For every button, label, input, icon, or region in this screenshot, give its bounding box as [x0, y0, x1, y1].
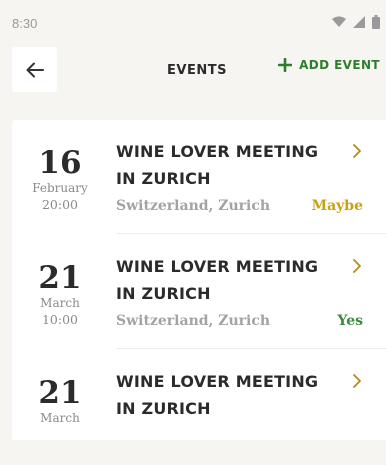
- plus-icon: [278, 58, 293, 72]
- divider: [116, 348, 386, 349]
- event-day: 21: [38, 260, 82, 296]
- event-day: 16: [38, 145, 82, 181]
- event-title: WINE LOVER MEETING IN ZURICH: [116, 142, 319, 188]
- event-day: 21: [38, 375, 82, 411]
- event-title: WINE LOVER MEETING IN ZURICH: [116, 257, 319, 303]
- event-item[interactable]: 21 March 10:00 WINE LOVER MEETING IN ZUR…: [12, 235, 386, 350]
- app-header: EVENTS ADD EVENT: [0, 44, 386, 100]
- chevron-right-icon[interactable]: [352, 259, 362, 273]
- status-icons: [331, 15, 380, 29]
- status-time: 8:30: [12, 16, 38, 31]
- event-item[interactable]: 16 February 20:00 WINE LOVER MEETING IN …: [12, 120, 386, 235]
- event-date: 16 February 20:00: [24, 146, 96, 214]
- event-date: 21 March: [24, 376, 96, 426]
- cellular-signal-icon: [353, 16, 365, 28]
- wifi-icon: [332, 16, 346, 27]
- add-event-label: ADD EVENT: [299, 58, 380, 72]
- rsvp-status: Maybe: [311, 198, 363, 214]
- events-list: 16 February 20:00 WINE LOVER MEETING IN …: [12, 120, 386, 440]
- event-time: 20:00: [41, 197, 79, 212]
- event-item[interactable]: 21 March WINE LOVER MEETING IN ZURICH: [12, 350, 386, 465]
- event-time: 10:00: [41, 312, 79, 327]
- event-date: 21 March 10:00: [24, 261, 96, 329]
- event-location: Switzerland, Zurich: [116, 198, 271, 214]
- status-bar: 8:30: [0, 0, 386, 44]
- divider: [116, 233, 386, 234]
- event-month: February: [32, 181, 88, 195]
- chevron-right-icon[interactable]: [352, 374, 362, 388]
- event-title: WINE LOVER MEETING IN ZURICH: [116, 372, 319, 418]
- rsvp-status: Yes: [337, 313, 363, 329]
- event-month: March: [40, 411, 80, 425]
- event-location: Switzerland, Zurich: [116, 313, 271, 329]
- add-event-button[interactable]: ADD EVENT: [278, 58, 380, 72]
- event-month: March: [40, 296, 80, 310]
- chevron-right-icon[interactable]: [352, 144, 362, 158]
- battery-icon: [372, 15, 380, 29]
